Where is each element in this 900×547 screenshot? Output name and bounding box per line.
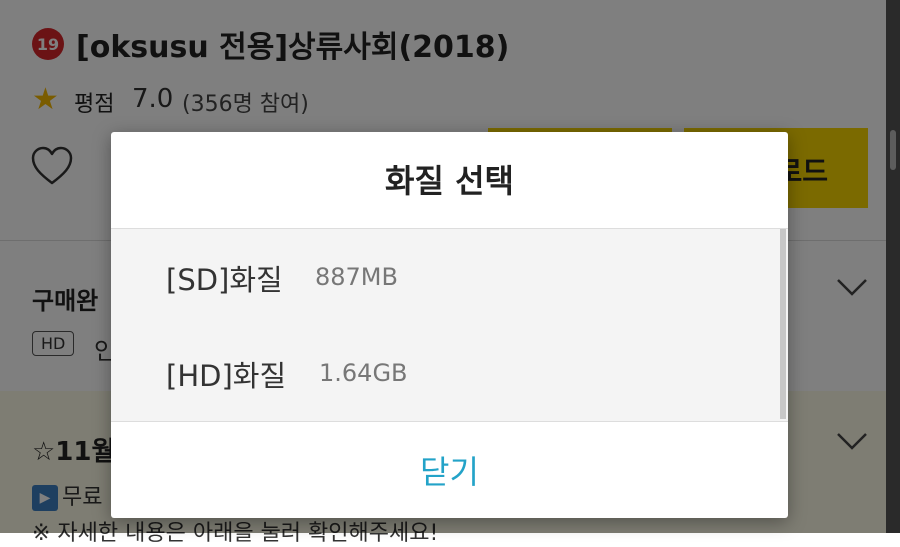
quality-options-list: [SD]화질 887MB [HD]화질 1.64GB	[111, 229, 788, 421]
quality-option-size: 1.64GB	[319, 359, 408, 387]
dialog-scrollbar[interactable]	[780, 229, 786, 419]
quality-option-label: [SD]화질	[166, 263, 283, 297]
dialog-title: 화질 선택	[385, 162, 514, 200]
quality-option-label: [HD]화질	[166, 359, 287, 393]
quality-select-dialog: 화질 선택 [SD]화질 887MB [HD]화질 1.64GB 닫기	[111, 132, 788, 518]
quality-option-hd[interactable]: [HD]화질 1.64GB	[111, 325, 788, 421]
close-button[interactable]: 닫기	[111, 422, 788, 518]
quality-option-size: 887MB	[315, 263, 398, 291]
quality-option-sd[interactable]: [SD]화질 887MB	[111, 229, 788, 325]
